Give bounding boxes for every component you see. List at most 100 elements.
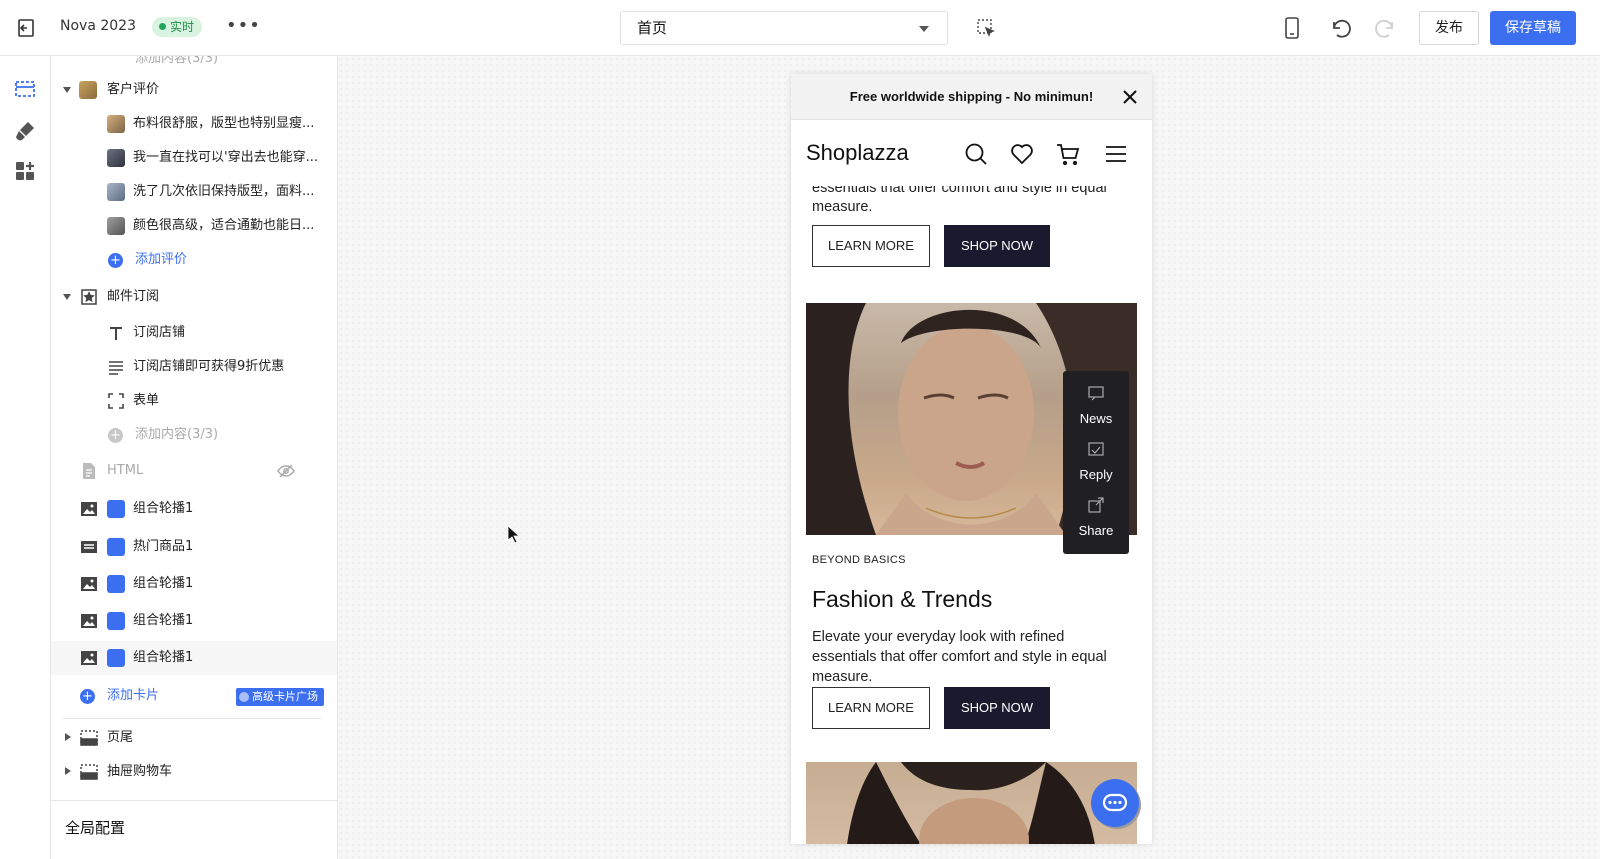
- redo-icon[interactable]: [1373, 15, 1399, 41]
- news-icon: [1088, 386, 1104, 401]
- partial-description-2: measure.: [812, 199, 873, 215]
- review-item[interactable]: 洗了几次依旧保持版型，面料...: [51, 175, 337, 209]
- chevron-down-icon: [919, 26, 929, 32]
- menu-icon[interactable]: [1104, 142, 1128, 166]
- reply-icon: [1088, 442, 1104, 456]
- newsletter-add-content: + 添加内容(3/3): [51, 418, 337, 452]
- review-thumbnail: [107, 183, 125, 201]
- add-review-button[interactable]: + 添加评价: [51, 243, 337, 277]
- publish-button[interactable]: 发布: [1419, 11, 1479, 45]
- layers-icon: [107, 575, 125, 593]
- chat-button[interactable]: [1091, 779, 1139, 827]
- store-logo[interactable]: Shoplazza: [806, 140, 909, 166]
- add-card-button[interactable]: + 添加卡片 高级卡片广场: [51, 679, 337, 713]
- card-label: 热门商品1: [133, 539, 194, 554]
- card-item[interactable]: 组合轮播1: [51, 492, 337, 526]
- newsletter-item-title[interactable]: 订阅店铺: [51, 316, 337, 350]
- newsletter-item-text[interactable]: 订阅店铺即可获得9折优惠: [51, 350, 337, 384]
- learn-more-button[interactable]: LEARN MORE: [812, 225, 930, 267]
- newsletter-item-form[interactable]: 表单: [51, 384, 337, 418]
- search-icon[interactable]: [964, 142, 988, 166]
- sections-icon[interactable]: [14, 78, 36, 100]
- page-select[interactable]: 首页: [620, 11, 948, 45]
- section-label: 抽屉购物车: [107, 764, 173, 779]
- live-dot-icon: [159, 23, 166, 30]
- review-thumbnail: [107, 115, 125, 133]
- select-element-icon[interactable]: [976, 18, 996, 38]
- floating-share-toolbar: News Reply Share: [1063, 371, 1129, 554]
- news-label: News: [1079, 411, 1113, 426]
- reply-button[interactable]: Reply: [1063, 433, 1129, 489]
- mobile-preview-frame[interactable]: Free worldwide shipping - No minimun! Sh…: [791, 74, 1152, 844]
- more-icon[interactable]: •••: [226, 15, 261, 36]
- section-label: 客户评价: [107, 82, 160, 97]
- exit-icon[interactable]: [14, 16, 38, 40]
- review-label: 我一直在找可以'穿出去也能穿...: [133, 150, 318, 165]
- footer-layout-icon: [80, 730, 98, 746]
- section-heading: Fashion & Trends: [812, 586, 993, 612]
- add-review-label: 添加评价: [135, 252, 188, 267]
- image-icon: [81, 577, 97, 591]
- top-bar: Nova 2023 实时 ••• 首页 发布 保存草稿: [0, 0, 1600, 56]
- card-label: 组合轮播1: [133, 650, 194, 665]
- status-badge: 实时: [152, 17, 203, 37]
- product-grid-icon: [81, 541, 97, 553]
- review-item[interactable]: 我一直在找可以'穿出去也能穿...: [51, 141, 337, 175]
- drawer-layout-icon: [80, 764, 98, 780]
- cart-icon[interactable]: [1056, 142, 1080, 166]
- form-icon: [108, 393, 124, 409]
- plus-icon: +: [80, 689, 95, 704]
- card-label: 组合轮播1: [133, 613, 194, 628]
- section-tree-sidebar: 添加内容(3/3) 客户评价 布料很舒服，版型也特别显瘦... 我一直在找可以'…: [51, 56, 338, 859]
- app-title: Nova 2023: [60, 18, 136, 34]
- section-customer-reviews[interactable]: 客户评价: [51, 73, 337, 107]
- add-card-label: 添加卡片: [107, 688, 160, 703]
- global-config[interactable]: 全局配置: [51, 800, 337, 859]
- advanced-cards-tag[interactable]: 高级卡片广场: [236, 688, 324, 706]
- apps-icon[interactable]: [14, 160, 36, 182]
- hidden-eye-icon[interactable]: [277, 462, 295, 480]
- image-icon: [81, 502, 97, 516]
- section-label: 邮件订阅: [107, 289, 160, 304]
- card-item[interactable]: 组合轮播1: [51, 567, 337, 601]
- section-newsletter[interactable]: 邮件订阅: [51, 280, 337, 314]
- review-label: 布料很舒服，版型也特别显瘦...: [133, 116, 315, 131]
- share-label: Share: [1078, 523, 1114, 538]
- expand-arrow-icon[interactable]: [65, 767, 71, 775]
- review-thumbnail: [107, 217, 125, 235]
- learn-more-button[interactable]: LEARN MORE: [812, 687, 930, 729]
- announcement-text: Free worldwide shipping - No minimun!: [849, 89, 1094, 104]
- reply-label: Reply: [1079, 467, 1113, 482]
- global-config-label: 全局配置: [65, 819, 126, 837]
- heart-icon[interactable]: [1010, 142, 1034, 166]
- section-drawer-cart[interactable]: 抽屉购物车: [51, 755, 337, 789]
- review-label: 颜色很高级，适合通勤也能日...: [133, 218, 315, 233]
- card-item-selected[interactable]: 组合轮播1: [51, 641, 337, 675]
- share-button[interactable]: Share: [1063, 489, 1129, 545]
- add-content-label: 添加内容(3/3): [135, 427, 219, 442]
- review-item[interactable]: 颜色很高级，适合通勤也能日...: [51, 209, 337, 243]
- left-rail: [0, 56, 51, 859]
- expand-arrow-icon[interactable]: [65, 733, 71, 741]
- undo-icon[interactable]: [1327, 15, 1353, 41]
- shop-now-button[interactable]: SHOP NOW: [944, 225, 1050, 267]
- collapse-arrow-icon[interactable]: [63, 87, 71, 93]
- section-html[interactable]: HTML: [51, 454, 337, 488]
- save-draft-button[interactable]: 保存草稿: [1490, 11, 1576, 45]
- review-thumbnail: [107, 149, 125, 167]
- text-icon: [110, 327, 122, 340]
- close-icon[interactable]: [1122, 89, 1138, 105]
- theme-brush-icon[interactable]: [14, 120, 36, 142]
- mobile-preview-icon[interactable]: [1281, 16, 1303, 40]
- shop-now-button[interactable]: SHOP NOW: [944, 687, 1050, 729]
- fashion-photo-2: [806, 762, 1137, 844]
- layers-icon: [107, 500, 125, 518]
- card-item[interactable]: 热门商品1: [51, 530, 337, 564]
- section-footer[interactable]: 页尾: [51, 721, 337, 755]
- news-button[interactable]: News: [1063, 377, 1129, 433]
- layers-icon: [107, 612, 125, 630]
- card-item[interactable]: 组合轮播1: [51, 604, 337, 638]
- item-label: 表单: [133, 393, 160, 408]
- review-item[interactable]: 布料很舒服，版型也特别显瘦...: [51, 107, 337, 141]
- collapse-arrow-icon[interactable]: [63, 294, 71, 300]
